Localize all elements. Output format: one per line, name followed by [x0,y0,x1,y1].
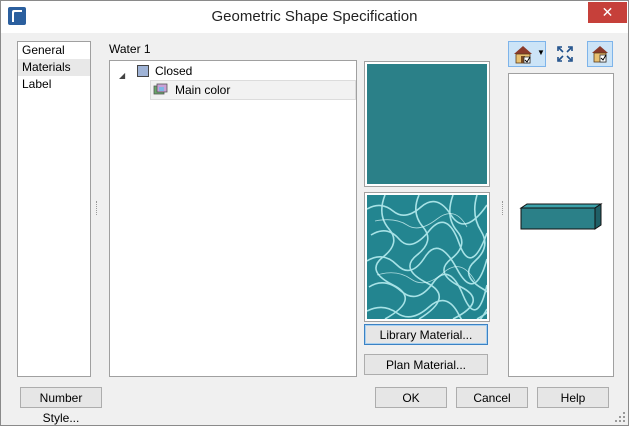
nav-item-materials[interactable]: Materials [18,59,90,76]
category-list: General Materials Label [17,41,91,377]
window-title: Geometric Shape Specification [211,8,418,25]
help-button[interactable]: Help [537,387,609,408]
number-style-button[interactable]: Number Style... [20,387,102,425]
3d-preview-pane[interactable] [508,73,614,377]
splitter-handle-right[interactable] [502,201,505,215]
box-icon [137,65,149,77]
title-bar: Geometric Shape Specification ✕ [1,1,628,33]
expand-triangle-icon[interactable]: ◢ [119,67,125,85]
component-tree: ◢ Closed Main color [109,60,357,377]
fill-window-button[interactable] [553,41,577,67]
water-caustics-texture [366,194,495,327]
plan-material-button[interactable]: Plan Material... [364,354,488,375]
preview-box-shape [519,203,603,230]
close-button[interactable]: ✕ [588,2,627,23]
object-name-label: Water 1 [109,42,151,56]
tree-label-closed: Closed [155,64,193,78]
library-material-button[interactable]: Library Material... [364,324,488,345]
tree-row-closed[interactable]: ◢ Closed [110,62,356,80]
fill-window-icon [556,45,574,66]
tree-row-main-color[interactable]: Main color [150,80,356,100]
dialog-window: Geometric Shape Specification ✕ General … [0,0,629,426]
color-swatch [364,61,490,187]
color-swatch-fill [367,64,487,184]
chevron-down-icon: ▼ [537,48,545,57]
ok-button[interactable]: OK [375,387,447,408]
resize-grip-icon[interactable] [615,412,625,422]
nav-item-general[interactable]: General [18,42,90,59]
house-view-icon [512,44,534,67]
nav-item-label[interactable]: Label [18,76,90,93]
house-check-icon [590,44,610,67]
view-type-dropdown[interactable]: ▼ [508,41,546,67]
splitter-handle-left[interactable] [96,201,99,215]
texture-swatch [364,192,495,327]
preview-toggle-button[interactable] [587,41,613,67]
material-icon [153,83,169,96]
tree-label-main-color: Main color [175,83,231,97]
cancel-button[interactable]: Cancel [456,387,528,408]
